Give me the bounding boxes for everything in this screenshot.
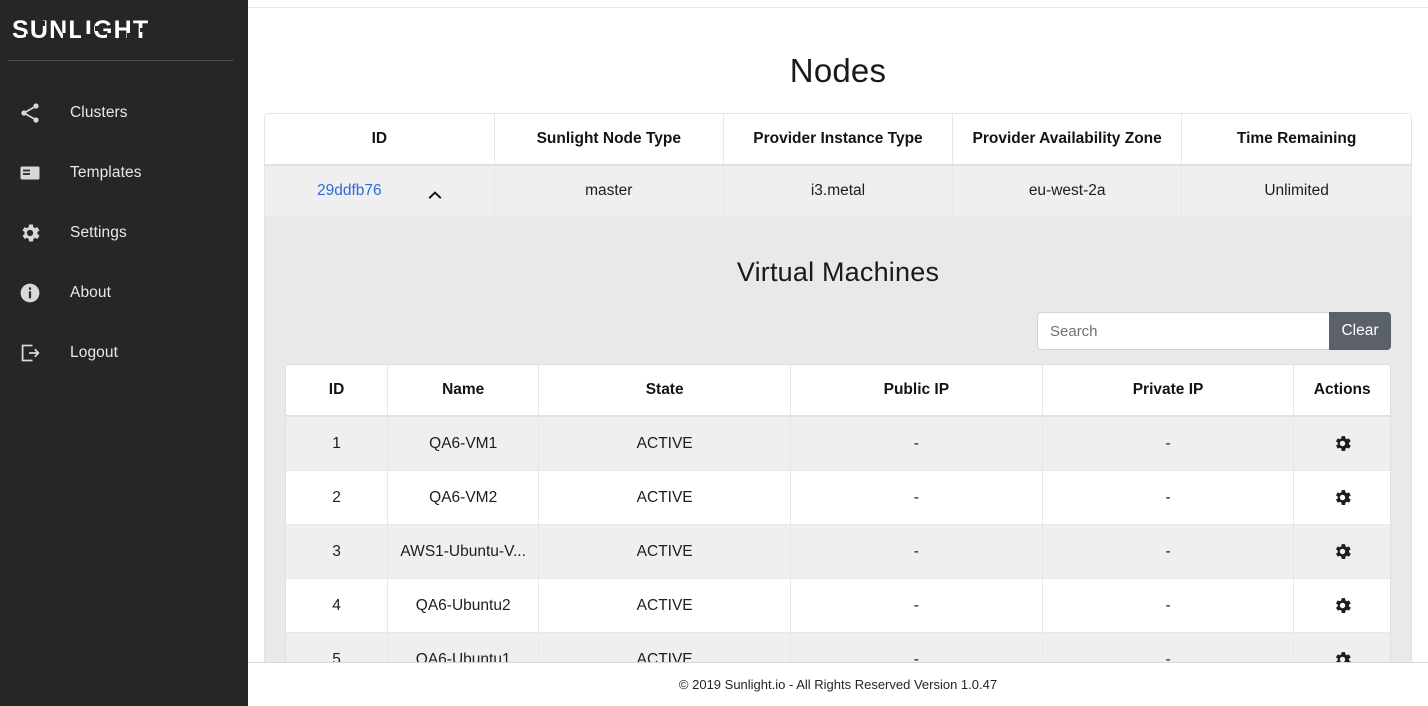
vm-col-public-ip: Public IP (790, 365, 1043, 417)
virtual-machines-panel: Virtual Machines Clear (271, 233, 1405, 662)
vm-name: QA6-Ubuntu2 (387, 578, 540, 633)
vm-public-ip: - (790, 470, 1043, 525)
vm-actions-gear-icon[interactable] (1293, 632, 1390, 662)
vm-id: 4 (286, 578, 389, 633)
vm-state: ACTIVE (538, 632, 791, 662)
sidebar-item-logout[interactable]: Logout (0, 323, 248, 383)
nodes-card: ID Sunlight Node Type Provider Instance … (264, 113, 1412, 662)
vm-state: ACTIVE (538, 578, 791, 633)
sidebar-item-templates[interactable]: Templates (0, 143, 248, 203)
node-id-link[interactable]: 29ddfb76 (317, 182, 382, 200)
vm-search-group: Clear (1037, 312, 1391, 350)
vm-public-ip: - (790, 524, 1043, 579)
virtual-machines-table: ID Name State Public IP Private IP Actio… (286, 365, 1390, 662)
vm-col-actions: Actions (1293, 365, 1390, 417)
vm-public-ip: - (790, 578, 1043, 633)
vm-id: 1 (286, 416, 389, 471)
vm-name: QA6-VM1 (387, 416, 540, 471)
sidebar-item-label: Templates (70, 164, 142, 181)
vm-name: AWS1-Ubuntu-V... (387, 524, 540, 579)
svg-text:SUNLIGHT: SUNLIGHT (12, 16, 149, 44)
nodes-table: ID Sunlight Node Type Provider Instance … (265, 114, 1411, 662)
vm-actions-gear-icon[interactable] (1293, 524, 1390, 579)
node-sunlight-node-type: master (494, 165, 724, 217)
search-input[interactable] (1037, 312, 1329, 350)
vm-table-body: 1 QA6-VM1 ACTIVE - - 2 QA6-VM2 ACTIVE - … (286, 416, 1390, 662)
vm-actions-gear-icon[interactable] (1293, 470, 1390, 525)
footer-text: © 2019 Sunlight.io - All Rights Reserved… (678, 677, 998, 692)
vm-private-ip: - (1042, 578, 1295, 633)
nodes-col-availability-zone: Provider Availability Zone (952, 114, 1183, 166)
footer: © 2019 Sunlight.io - All Rights Reserved… (248, 662, 1428, 706)
vm-state: ACTIVE (538, 524, 791, 579)
nodes-col-instance-type: Provider Instance Type (723, 114, 954, 166)
vm-table-head: ID Name State Public IP Private IP Actio… (286, 365, 1390, 417)
card-icon (12, 155, 48, 191)
nodes-col-time-remaining: Time Remaining (1181, 114, 1411, 166)
node-time-remaining: Unlimited (1181, 165, 1411, 217)
vm-actions-gear-icon[interactable] (1293, 416, 1390, 471)
node-id-cell: 29ddfb76 (265, 165, 495, 217)
share-icon (12, 95, 48, 131)
vm-id: 5 (286, 632, 389, 662)
vm-card: ID Name State Public IP Private IP Actio… (285, 364, 1391, 662)
nodes-table-body: 29ddfb76 master i3.metal eu-west-2a Unli… (265, 165, 1411, 662)
node-detail-row: Virtual Machines Clear (265, 216, 1411, 662)
top-bar (248, 0, 1428, 8)
vm-name: QA6-Ubuntu1 (387, 632, 540, 662)
nodes-col-id: ID (265, 114, 495, 166)
clear-button[interactable]: Clear (1329, 312, 1391, 350)
app-root: SUNLIGHT Clusters Templates Settings Abo… (0, 0, 1428, 706)
vm-col-private-ip: Private IP (1042, 365, 1295, 417)
content-area: Nodes ID Sunlight Node Type Provider Ins… (248, 8, 1428, 662)
table-row[interactable]: 2 QA6-VM2 ACTIVE - - (286, 470, 1390, 525)
table-row[interactable]: 5 QA6-Ubuntu1 ACTIVE - - (286, 632, 1390, 662)
vm-private-ip: - (1042, 632, 1295, 662)
sunlight-logo-icon: SUNLIGHT (12, 16, 163, 44)
vm-public-ip: - (790, 416, 1043, 471)
virtual-machines-title: Virtual Machines (736, 257, 940, 287)
table-row[interactable]: 1 QA6-VM1 ACTIVE - - (286, 416, 1390, 471)
brand-logo[interactable]: SUNLIGHT (0, 0, 248, 60)
vm-private-ip: - (1042, 470, 1295, 525)
sidebar-item-label: Clusters (70, 104, 128, 121)
vm-col-name: Name (387, 365, 540, 417)
vm-col-state: State (538, 365, 791, 417)
vm-state: ACTIVE (538, 416, 791, 471)
vm-private-ip: - (1042, 524, 1295, 579)
vm-name: QA6-VM2 (387, 470, 540, 525)
info-icon (12, 275, 48, 311)
sidebar-item-label: Settings (70, 224, 127, 241)
node-provider-instance-type: i3.metal (723, 165, 954, 217)
table-row[interactable]: 4 QA6-Ubuntu2 ACTIVE - - (286, 578, 1390, 633)
chevron-up-icon[interactable] (428, 187, 442, 199)
sidebar-item-settings[interactable]: Settings (0, 203, 248, 263)
vm-actions-gear-icon[interactable] (1293, 578, 1390, 633)
vm-id: 2 (286, 470, 389, 525)
gear-icon (12, 215, 48, 251)
node-provider-availability-zone: eu-west-2a (952, 165, 1183, 217)
sidebar-item-label: About (70, 284, 112, 301)
sidebar-nav: Clusters Templates Settings About Logout (0, 61, 248, 383)
sidebar-item-label: Logout (70, 344, 119, 361)
logout-icon (12, 335, 48, 371)
vm-private-ip: - (1042, 416, 1295, 471)
sidebar-item-clusters[interactable]: Clusters (0, 83, 248, 143)
table-row[interactable]: 29ddfb76 master i3.metal eu-west-2a Unli… (265, 165, 1411, 217)
nodes-table-head: ID Sunlight Node Type Provider Instance … (265, 114, 1411, 166)
node-detail-cell: Virtual Machines Clear (265, 216, 1411, 662)
vm-header-row: ID Name State Public IP Private IP Actio… (286, 365, 1390, 417)
vm-id: 3 (286, 524, 389, 579)
sidebar-item-about[interactable]: About (0, 263, 248, 323)
sidebar: SUNLIGHT Clusters Templates Settings Abo… (0, 0, 248, 706)
vm-search-row: Clear (285, 312, 1391, 364)
vm-state: ACTIVE (538, 470, 791, 525)
table-row[interactable]: 3 AWS1-Ubuntu-V... ACTIVE - - (286, 524, 1390, 579)
vm-public-ip: - (790, 632, 1043, 662)
nodes-header-row: ID Sunlight Node Type Provider Instance … (265, 114, 1411, 166)
main-content: Nodes ID Sunlight Node Type Provider Ins… (248, 0, 1428, 706)
nodes-col-node-type: Sunlight Node Type (494, 114, 724, 166)
page-title: Nodes (789, 52, 887, 89)
vm-col-id: ID (286, 365, 389, 417)
